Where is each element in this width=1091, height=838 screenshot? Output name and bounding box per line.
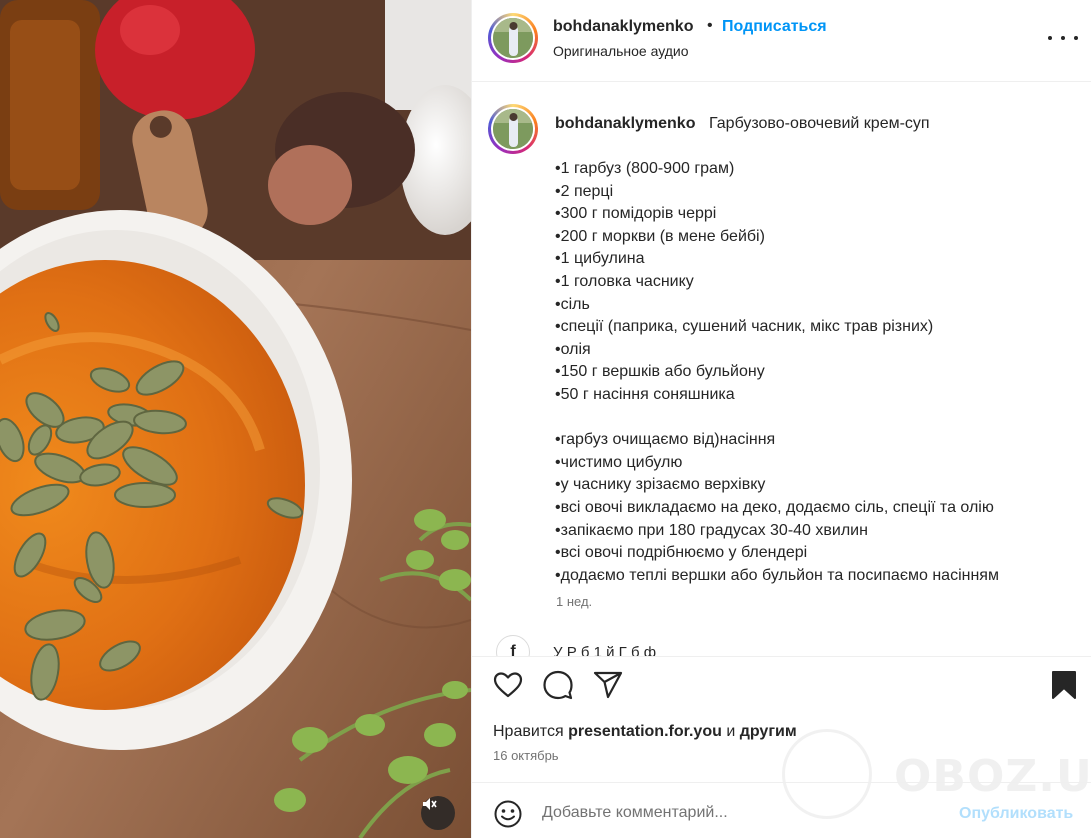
post-media[interactable]	[0, 0, 471, 838]
author-avatar[interactable]	[488, 13, 538, 63]
caption-line: •сіль	[555, 295, 590, 313]
caption-line: •1 головка часнику	[555, 272, 694, 290]
more-horizontal-icon	[1048, 36, 1052, 40]
comment-icon[interactable]	[542, 669, 574, 701]
likes-prefix: Нравится	[493, 723, 564, 740]
avatar-photo	[493, 109, 533, 149]
caption-line: •олія	[555, 340, 591, 358]
caption-line: •спеції (паприка, сушений часник, мікс т…	[555, 318, 934, 336]
comment-avatar[interactable]: f	[496, 635, 530, 656]
heart-icon[interactable]	[492, 669, 524, 701]
caption-line: •запікаємо при 180 градусах 30-40 хвилин	[555, 521, 868, 539]
caption-time[interactable]: 1 нед.	[556, 594, 592, 609]
likes-summary: Нравится presentation.for.you и другим	[493, 723, 797, 741]
caption-line: •у часнику зрізаємо верхівку	[555, 476, 766, 494]
more-options-button[interactable]	[1048, 26, 1078, 50]
bookmark-icon[interactable]	[1048, 669, 1080, 701]
comment-input[interactable]	[542, 797, 942, 829]
likes-user-link[interactable]: presentation.for.you	[568, 723, 722, 740]
share-icon[interactable]	[592, 669, 624, 701]
comment-bar: Опубликовать	[472, 782, 1091, 838]
caption-line: •додаємо теплі вершки або бульйон та пос…	[555, 566, 999, 584]
post-date[interactable]: 16 октябрь	[493, 748, 559, 763]
emoji-icon[interactable]	[493, 799, 523, 829]
caption-line: •чистимо цибулю	[555, 453, 683, 471]
author-username[interactable]: bohdanaklymenko	[553, 18, 693, 36]
caption-section: bohdanaklymenko Гарбузово-овочевий крем-…	[472, 83, 1091, 656]
caption-line: •50 г насіння соняшника	[555, 385, 735, 403]
separator-dot: •	[707, 17, 713, 34]
audio-label[interactable]: Оригинальное аудио	[553, 43, 689, 59]
caption-username[interactable]: bohdanaklymenko	[555, 115, 695, 133]
caption-line: •200 г моркви (в мене бейбі)	[555, 227, 765, 245]
comment-text-peek: У Р б 1 й Г б ф	[553, 644, 657, 656]
soup-photo	[0, 0, 471, 838]
caption-line: •300 г помідорів черрі	[555, 205, 717, 223]
caption-line: •всі овочі подрібнюємо у блендері	[555, 544, 808, 562]
post-panel: bohdanaklymenko • Подписаться Оригинальн…	[471, 0, 1091, 838]
likes-others-link[interactable]: другим	[740, 723, 797, 740]
follow-button[interactable]: Подписаться	[722, 18, 827, 36]
caption-title: Гарбузово-овочевий крем-суп	[709, 115, 930, 132]
caption-line: •1 гарбуз (800-900 грам)	[555, 160, 735, 177]
caption-line	[555, 407, 999, 430]
likes-and: и	[726, 723, 736, 740]
avatar-photo	[493, 18, 533, 58]
action-bar: OBOZ.UA Нравится presentation.for.you и …	[472, 656, 1091, 819]
caption-line: •1 цибулина	[555, 250, 645, 268]
mute-button[interactable]	[421, 796, 455, 830]
caption-line: •гарбуз очищаємо від)насіння	[555, 431, 776, 449]
publish-button[interactable]: Опубликовать	[959, 805, 1073, 823]
caption-line: •150 г вершків або бульйону	[555, 363, 765, 381]
caption-line: •всі овочі викладаємо на деко, додаємо с…	[555, 498, 994, 516]
caption-body: •1 гарбуз (800-900 грам) •2 перці •300 г…	[555, 158, 999, 587]
volume-off-icon	[423, 798, 437, 810]
caption-author-avatar[interactable]	[488, 104, 538, 154]
post-header: bohdanaklymenko • Подписаться Оригинальн…	[472, 0, 1091, 82]
caption-line: •2 перці	[555, 182, 614, 200]
